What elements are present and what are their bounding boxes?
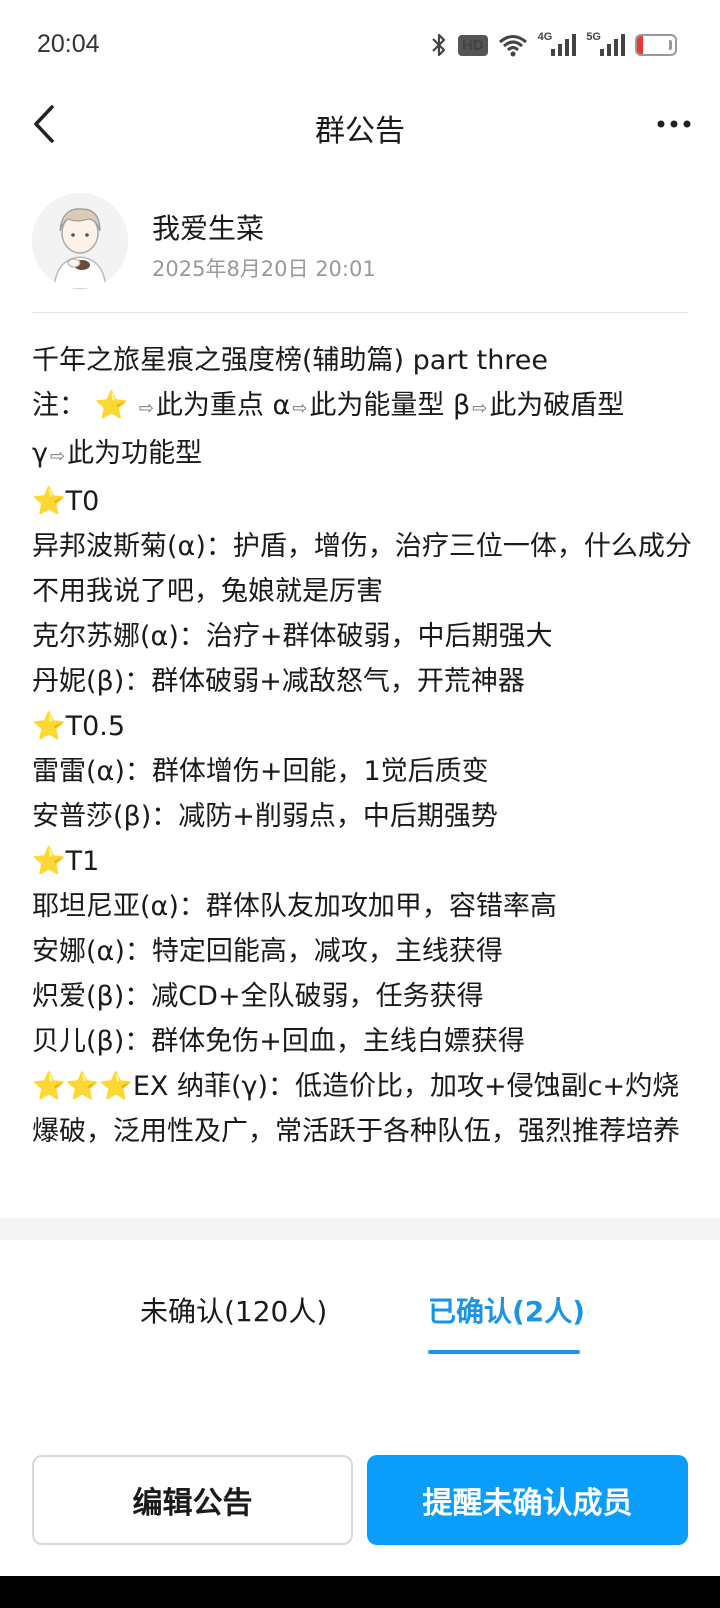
- tier-label: T1: [65, 846, 100, 877]
- signal-5g-icon: 5G: [586, 31, 625, 57]
- page-title: 群公告: [315, 114, 405, 149]
- more-horizontal-icon: [657, 120, 691, 128]
- note-text: 此为重点 α: [155, 390, 291, 421]
- status-time: 20:04: [37, 30, 100, 58]
- nav-bar: 群公告: [0, 92, 720, 158]
- avatar[interactable]: [32, 193, 128, 289]
- list-item: ⭐⭐⭐EX 纳菲(γ)：低造价比，加攻+侵蚀副c+灼烧爆破，泛用性及广，常活跃于…: [32, 1064, 692, 1154]
- note-text: 此为破盾型: [489, 390, 625, 421]
- battery-icon: 16: [635, 34, 677, 56]
- list-item: 雷雷(α)：群体增伤+回能，1觉后质变: [32, 756, 489, 787]
- bluetooth-icon: [430, 32, 448, 58]
- tier-heading: ⭐T1: [32, 839, 692, 884]
- arrow-icon: ⇨: [292, 398, 308, 419]
- star-icon: ⭐: [32, 486, 66, 517]
- tab-unconfirmed[interactable]: 未确认(120人): [140, 1290, 327, 1330]
- signal-4g-icon: 4G: [537, 31, 577, 57]
- note-prefix: 注：: [32, 390, 86, 421]
- section-separator: [0, 1218, 720, 1240]
- arrow-icon: ⇨: [472, 398, 488, 419]
- battery-level: 16: [648, 37, 664, 53]
- author-block: 我爱生菜 2025年8月20日 20:01: [32, 193, 688, 313]
- list-item: 克尔苏娜(α)：治疗+群体破弱，中后期强大: [32, 621, 553, 652]
- list-item: 安普莎(β)：减防+削弱点，中后期强势: [32, 801, 498, 832]
- network-5g-label: 5G: [586, 31, 601, 43]
- list-item: 耶坦尼亚(α)：群体队友加攻加甲，容错率高: [32, 891, 557, 922]
- list-item: 异邦波斯菊(α)：护盾，增伤，治疗三位一体，什么成分不用我说了吧，兔娘就是厉害: [32, 531, 692, 607]
- hd-voice-icon: HD: [457, 34, 488, 56]
- more-button[interactable]: [650, 102, 698, 146]
- wifi-icon: [498, 33, 528, 57]
- star-icon: ⭐: [32, 846, 66, 877]
- status-bar: 20:04 HD 4G 5G 16: [0, 0, 720, 92]
- tier-label: T0.5: [65, 711, 126, 742]
- legend-note: 注： ⭐ ⇨此为重点 α ⇨此为能量型 β ⇨此为破盾型 γ ⇨此为功能型: [32, 383, 692, 479]
- tier-heading: ⭐T0.5: [32, 704, 692, 749]
- star-icon: ⭐: [32, 711, 66, 742]
- system-navigation-bar: [0, 1576, 720, 1608]
- list-item: 炽爱(β)：减CD+全队破弱，任务获得: [32, 981, 484, 1012]
- announcement-content: 千年之旅星痕之强度榜(辅助篇) part three 注： ⭐ ⇨此为重点 α ⇨…: [32, 338, 692, 1154]
- divider: [32, 312, 688, 313]
- tab-confirmed[interactable]: 已确认(2人): [428, 1290, 585, 1330]
- star-icon: ⭐: [65, 1071, 100, 1102]
- status-icons: HD 4G 5G 16: [430, 28, 677, 62]
- note-text: 此为功能型: [67, 438, 203, 469]
- star-icon: ⭐: [32, 1071, 66, 1102]
- active-tab-indicator: [428, 1350, 580, 1354]
- author-name: 我爱生菜: [152, 212, 265, 245]
- note-text: γ: [32, 438, 48, 469]
- announcement-title: 千年之旅星痕之强度榜(辅助篇) part three: [32, 345, 549, 376]
- note-text: 此为能量型 β: [309, 390, 471, 421]
- star-icon: ⭐: [99, 1071, 133, 1102]
- tier-label: T0: [65, 486, 100, 517]
- remind-unconfirmed-button[interactable]: 提醒未确认成员: [367, 1455, 688, 1545]
- arrow-icon: ⇨: [138, 398, 154, 419]
- edit-announcement-button[interactable]: 编辑公告: [32, 1455, 353, 1545]
- tier-heading: ⭐T0: [32, 479, 692, 524]
- confirm-tabs: 未确认(120人) 已确认(2人): [0, 1290, 720, 1360]
- post-timestamp: 2025年8月20日 20:01: [152, 257, 376, 281]
- arrow-icon: ⇨: [49, 446, 66, 467]
- star-icon: ⭐: [94, 390, 129, 421]
- list-item: 安娜(α)：特定回能高，减攻，主线获得: [32, 936, 503, 967]
- list-item: 贝儿(β)：群体免伤+回血，主线白嫖获得: [32, 1026, 525, 1057]
- list-item: 丹妮(β)：群体破弱+减敌怒气，开荒神器: [32, 666, 525, 697]
- network-4g-label: 4G: [537, 31, 553, 43]
